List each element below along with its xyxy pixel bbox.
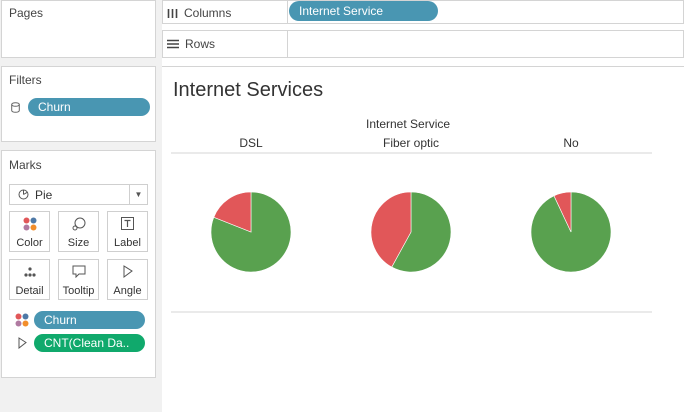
pie-icon (18, 189, 29, 200)
angle-icon (18, 337, 27, 349)
marks-churn-pill[interactable]: Churn (34, 311, 145, 329)
filters-title: Filters (9, 73, 42, 87)
angle-button[interactable]: Angle (107, 259, 148, 300)
pages-card: Pages (1, 0, 156, 58)
database-icon (11, 102, 20, 113)
color-dots-icon (10, 217, 49, 231)
size-button[interactable]: Size (58, 211, 99, 252)
pages-title: Pages (9, 6, 44, 20)
detail-dots-icon (10, 265, 49, 279)
tooltip-button[interactable]: Tooltip (58, 259, 99, 300)
color-button[interactable]: Color (9, 211, 50, 252)
category-label: Fiber optic (383, 136, 439, 150)
columns-shelf-label: Columns (167, 6, 231, 20)
columns-internet-service-pill[interactable]: Internet Service (289, 1, 438, 21)
rows-separator (287, 31, 288, 57)
marks-title: Marks (9, 158, 42, 172)
filters-card: Filters Churn (1, 66, 156, 142)
color-label: Color (16, 237, 43, 249)
label-button[interactable]: Label (107, 211, 148, 252)
angle-icon (108, 265, 147, 279)
detail-label: Detail (15, 285, 44, 297)
marks-angle-pill[interactable]: CNT(Clean Da.. (34, 334, 145, 352)
columns-label-text: Columns (184, 6, 232, 20)
tooltip-icon (59, 265, 98, 279)
pie-chart: DSL Fiber optic No (171, 136, 652, 313)
category-label: DSL (239, 136, 263, 150)
color-dots-icon (15, 313, 29, 327)
mark-type-value: Pie (35, 188, 53, 202)
angle-label: Angle (113, 285, 142, 297)
category-label: No (563, 136, 579, 150)
columns-icon (167, 8, 178, 18)
detail-button[interactable]: Detail (9, 259, 50, 300)
label-text-icon (108, 217, 147, 231)
columns-separator (287, 1, 288, 23)
rows-icon (167, 39, 179, 49)
label-label: Label (114, 237, 141, 249)
dropdown-arrow-icon: ▼ (129, 185, 147, 204)
rows-shelf-label: Rows (167, 37, 215, 51)
filter-churn-pill[interactable]: Churn (28, 98, 150, 116)
columns-shelf[interactable]: Columns Internet Service (162, 0, 684, 24)
rows-shelf[interactable]: Rows (162, 30, 684, 58)
left-panel: Pages Filters Churn Marks Pie ▼ Color Si… (0, 0, 162, 412)
tooltip-label: Tooltip (62, 285, 95, 297)
view-area: Internet Services Internet Service DSL Fi… (162, 66, 684, 412)
size-icon (59, 217, 98, 231)
rows-label-text: Rows (185, 37, 216, 51)
mark-type-dropdown[interactable]: Pie ▼ (9, 184, 148, 205)
size-label: Size (67, 237, 90, 249)
marks-card: Marks Pie ▼ Color Size Label Detail Tool… (1, 150, 156, 378)
